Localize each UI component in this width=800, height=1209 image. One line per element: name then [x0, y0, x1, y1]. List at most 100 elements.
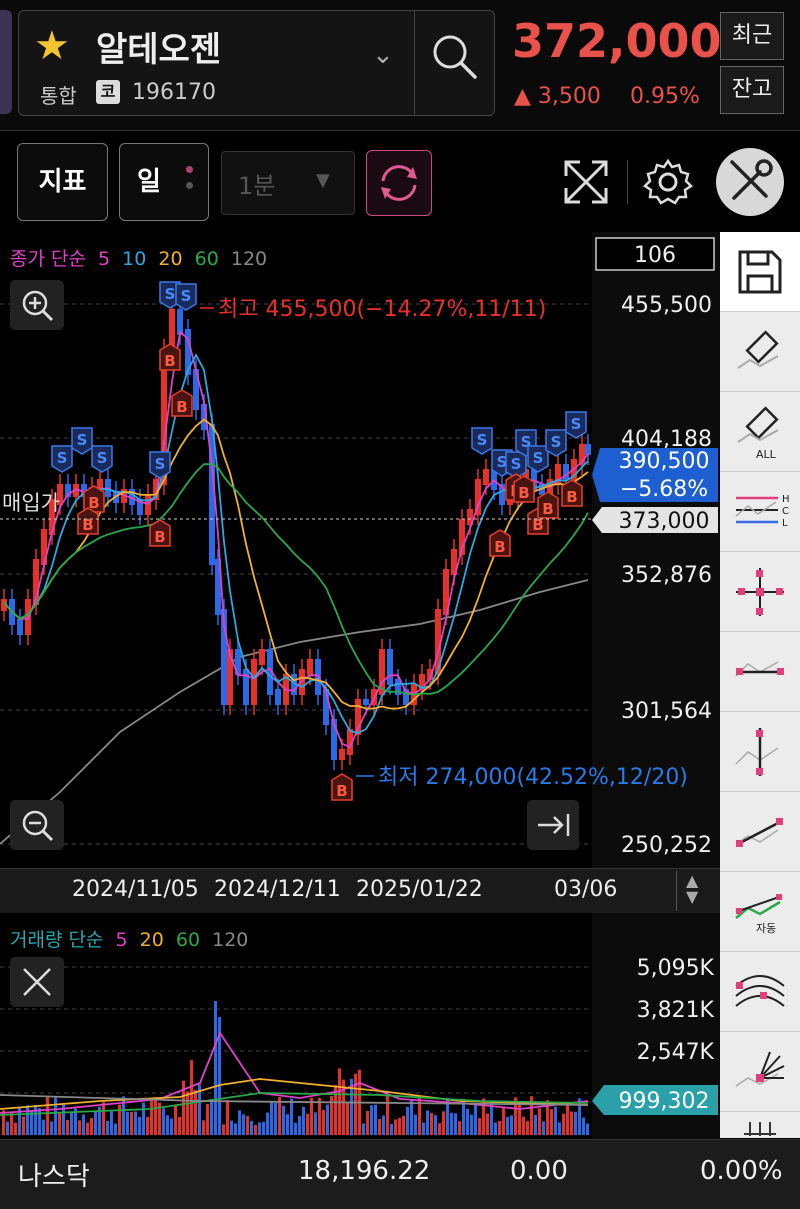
search-icon[interactable] [428, 30, 480, 82]
volume-bar [278, 1097, 281, 1135]
scroll-to-end-button[interactable] [527, 800, 579, 850]
fan-tool[interactable] [720, 1032, 800, 1112]
high-label: 최고 455,500(−14.27%,11/11) [218, 297, 546, 322]
volume-bar [234, 1123, 237, 1135]
volume-bar [138, 1117, 141, 1135]
buy-marker-label: B [176, 398, 187, 416]
volume-bar [318, 1098, 321, 1135]
volume-bar [294, 1122, 297, 1135]
volume-bar [382, 1115, 385, 1135]
balance-button[interactable]: 잔고 [720, 66, 784, 114]
volume-chart[interactable]: 거래량 단순 5 20 60 120 5,095K 3,821K 2,547K … [0, 913, 720, 1139]
volume-bar [266, 1112, 269, 1135]
volume-bar [478, 1118, 481, 1135]
sell-marker-label: S [477, 431, 488, 449]
auto-trend-tool[interactable]: 자동 [720, 872, 800, 952]
horizontal-line-tool[interactable] [720, 632, 800, 712]
sell-marker-label: S [533, 449, 544, 467]
resize-arrows-icon[interactable]: ▲ ▼ [686, 873, 698, 905]
volume-bar [150, 1099, 153, 1135]
save-tool[interactable] [720, 232, 800, 312]
volume-bar [22, 1116, 25, 1135]
hcl-lines-icon: HCL [735, 494, 790, 529]
hcl-tool[interactable]: HCL [720, 472, 800, 552]
volume-bar [78, 1120, 81, 1135]
volume-bar [226, 1100, 229, 1135]
volume-bar [298, 1115, 301, 1135]
divider [0, 130, 800, 131]
volume-bar [506, 1116, 509, 1135]
price-tick: 301,564 [621, 699, 712, 724]
date-label: 03/06 [554, 877, 618, 902]
candle-body [387, 649, 393, 685]
index-name: 나스닥 [18, 1162, 90, 1192]
recent-button[interactable]: 최근 [720, 12, 784, 60]
drawing-tool-panel: ALL HCL 자동 [720, 232, 800, 1138]
sell-marker-label: S [571, 415, 582, 433]
volume-bar [106, 1120, 109, 1135]
vertical-line-tool[interactable] [720, 712, 800, 792]
price-chart[interactable]: SSSSSSSSSSSSSBBBBBBBBBBBB 455,500404,188… [0, 232, 720, 868]
chevron-down-icon[interactable]: ⌄ [372, 40, 394, 70]
volume-bar [290, 1098, 293, 1135]
volume-bar [390, 1123, 393, 1135]
volume-bar [362, 1123, 365, 1135]
close-volume-button[interactable] [10, 957, 64, 1007]
volume-current-value: 999,302 [619, 1089, 710, 1114]
volume-bar [206, 1104, 209, 1135]
candle-body [585, 444, 591, 455]
candle-body [363, 699, 369, 705]
volume-bar [250, 1120, 253, 1135]
volume-bar [454, 1113, 457, 1135]
volume-bar [258, 1122, 261, 1135]
trend-line-tool[interactable] [720, 792, 800, 872]
volume-bar [6, 1121, 9, 1135]
current-tag-price: 390,500 [619, 449, 710, 474]
drawing-tools-button[interactable] [716, 148, 784, 216]
market-label: 통합 [40, 84, 77, 108]
crosshair-tool[interactable] [720, 552, 800, 632]
date-axis-bar[interactable]: 2024/11/05 2024/12/11 2025/01/22 03/06 ▲… [0, 868, 720, 914]
volume-bar [114, 1123, 117, 1135]
current-price: 372,000 [512, 14, 722, 68]
volume-bar [134, 1111, 137, 1135]
refresh-button[interactable] [366, 150, 432, 216]
volume-bar [374, 1104, 377, 1135]
buy-marker-label: B [336, 782, 347, 800]
indicator-button[interactable]: 지표 [17, 143, 108, 221]
volume-bar [146, 1116, 149, 1135]
volume-bar [538, 1108, 541, 1135]
interval-select[interactable]: 1분 ▼ [221, 151, 355, 215]
price-change: ▲ 3,500 [514, 84, 601, 109]
volume-bar [398, 1118, 401, 1135]
sell-marker-label: S [551, 433, 562, 451]
left-edge-tab[interactable] [0, 10, 12, 114]
volume-bar [422, 1122, 425, 1135]
gear-icon[interactable] [642, 156, 694, 208]
low-label: 최저 274,000(42.52%,12/20) [378, 765, 688, 790]
volume-bar [178, 1116, 181, 1135]
volume-bar [162, 1108, 165, 1135]
eraser-all-tool[interactable]: ALL [720, 392, 800, 472]
more-dots-icon[interactable] [186, 166, 194, 200]
ma60-label: 60 [195, 248, 219, 270]
volume-bar [242, 1114, 245, 1135]
vol-ma5-label: 5 [116, 929, 128, 951]
index-ticker-bar[interactable]: 나스닥 18,196.22 0.00 0.00% [0, 1139, 800, 1209]
stock-title-box[interactable] [18, 10, 495, 116]
fullscreen-icon[interactable] [560, 156, 612, 208]
arc-tool[interactable] [720, 952, 800, 1032]
zoom-out-button[interactable] [10, 800, 64, 850]
zoom-in-button[interactable] [10, 280, 64, 330]
volume-bar [86, 1122, 89, 1135]
volume-bar [222, 1124, 225, 1135]
volume-legend: 거래량 단순 5 20 60 120 [10, 929, 248, 951]
favorite-star-icon[interactable]: ★ [34, 26, 70, 66]
date-label: 2024/12/11 [214, 877, 341, 902]
sell-marker-label: S [155, 455, 166, 473]
buy-price-tag-text: 373,000 [619, 509, 710, 534]
eraser-tool[interactable] [720, 312, 800, 392]
period-button[interactable]: 일 [119, 143, 209, 221]
volume-bar [306, 1113, 309, 1135]
volume-bar [378, 1118, 381, 1135]
